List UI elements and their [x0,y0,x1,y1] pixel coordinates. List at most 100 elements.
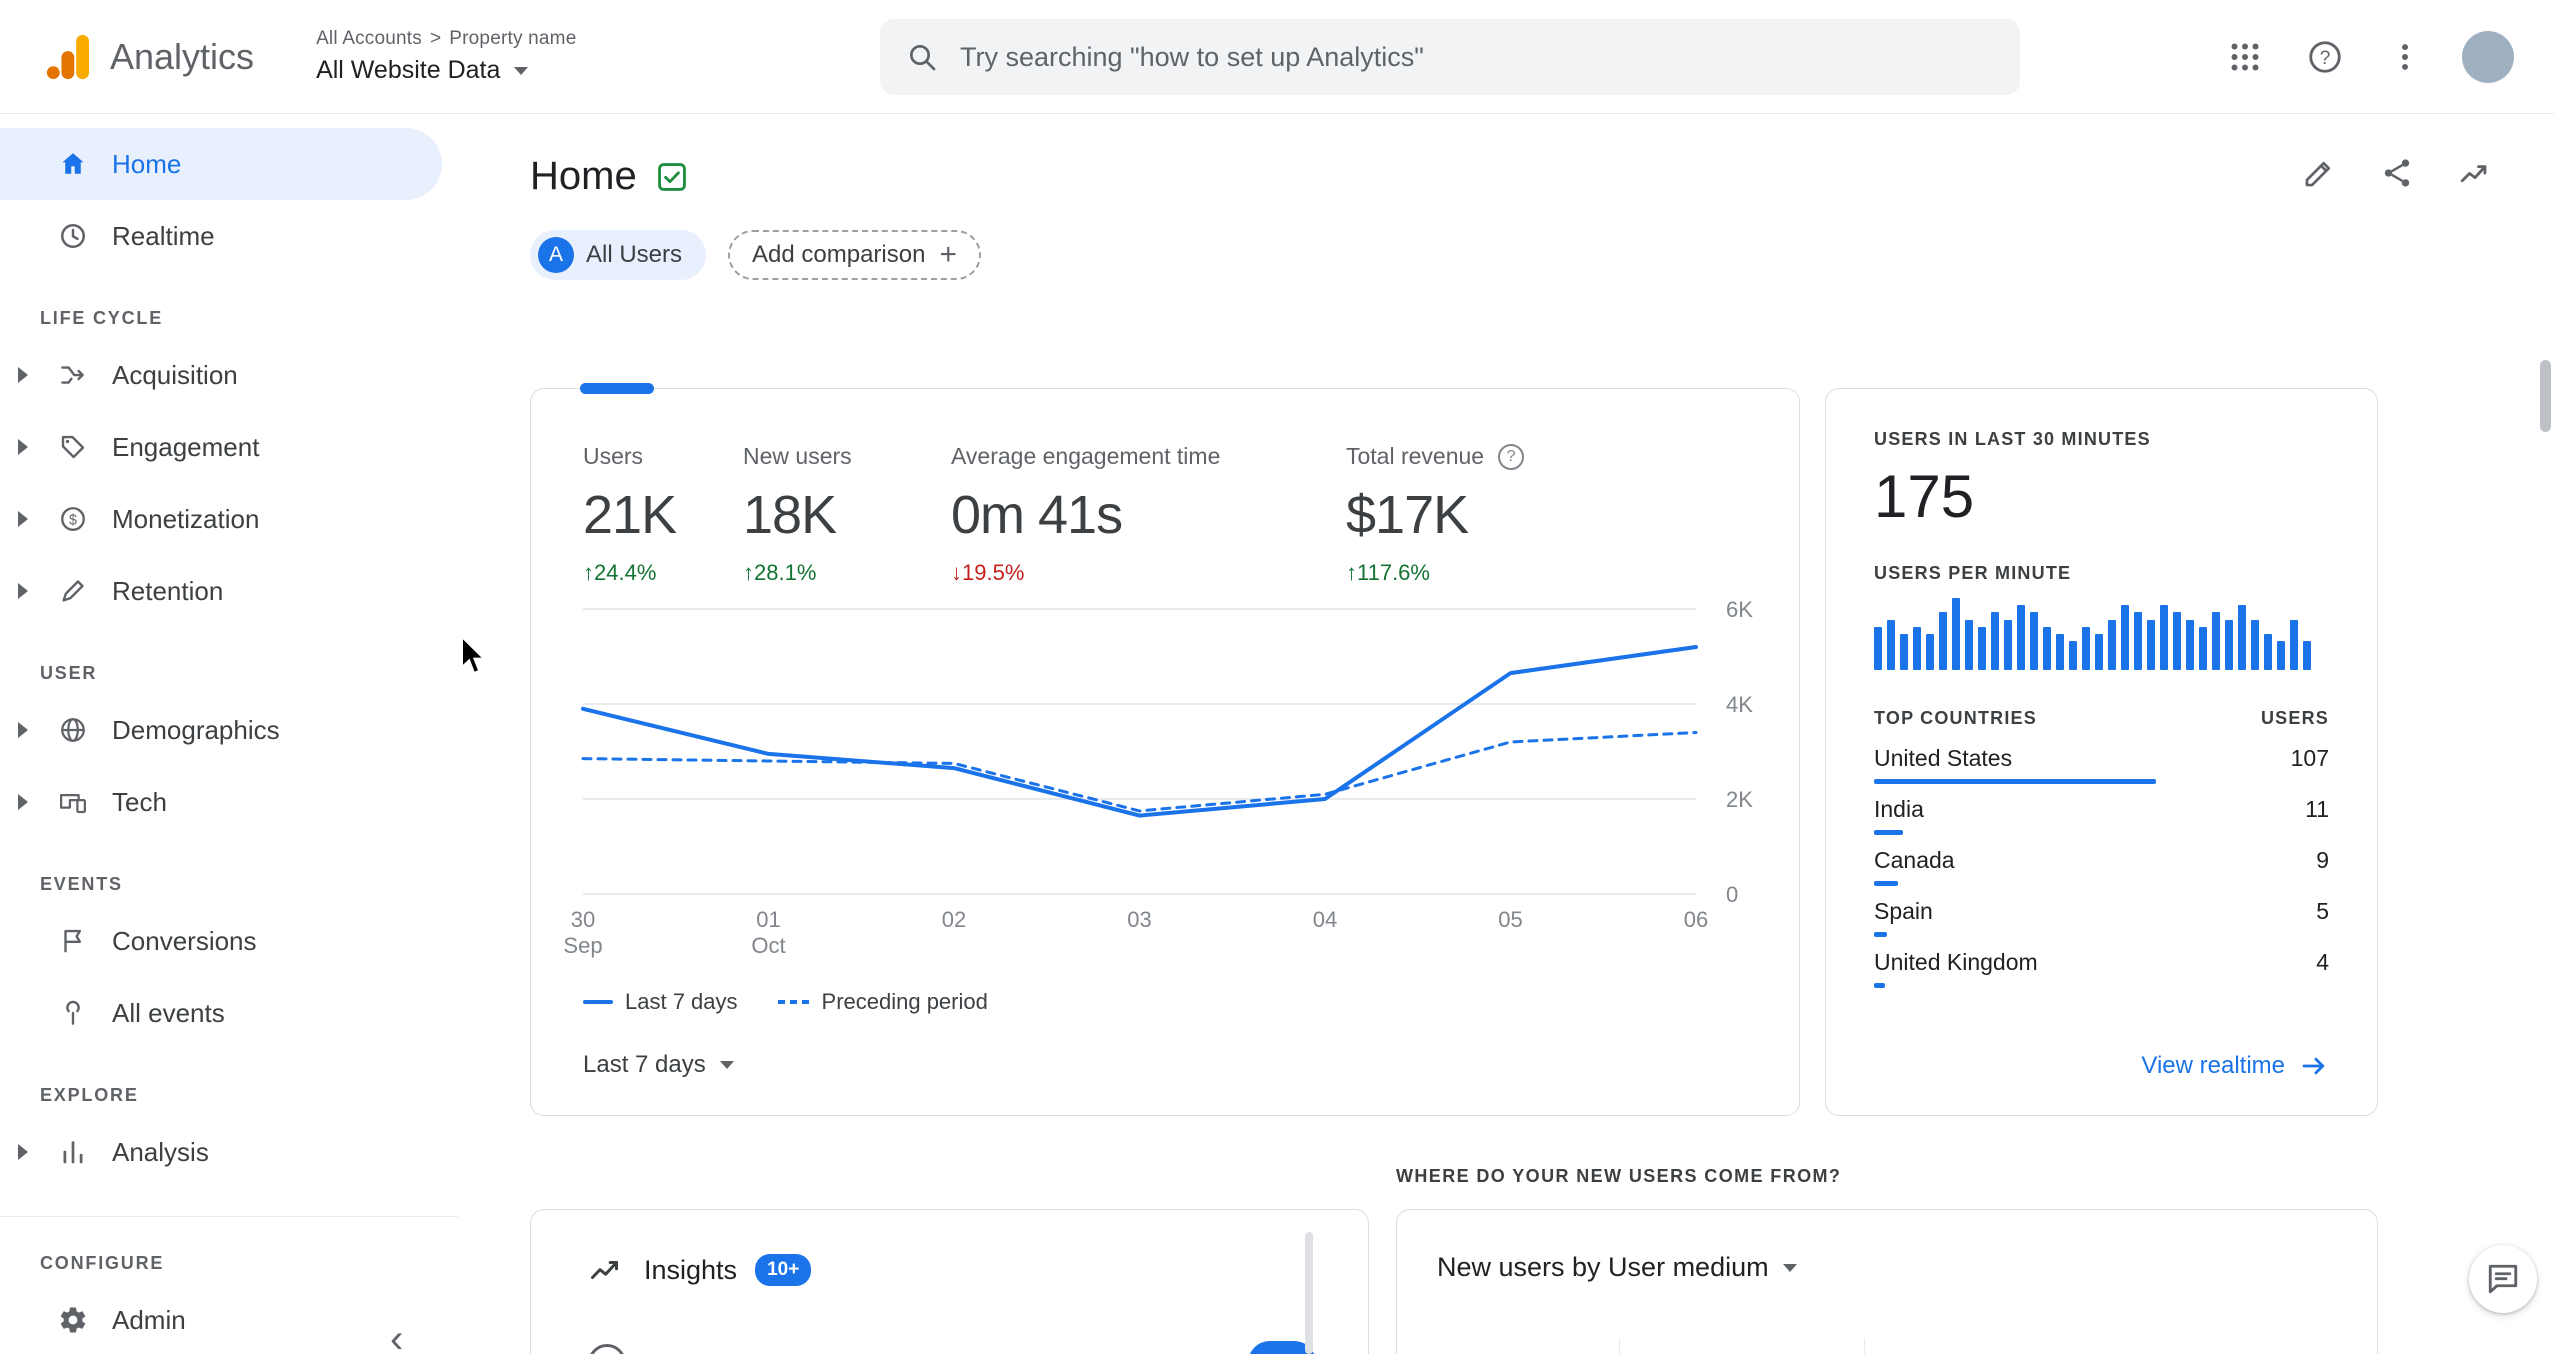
expand-arrow-icon [18,1144,28,1160]
globe-icon [61,718,85,742]
help-button[interactable]: ? [2302,34,2348,80]
chevron-down-icon [514,66,529,75]
sidebar-item-all-events[interactable]: All events [0,977,442,1049]
sidebar-item-retention[interactable]: Retention [0,555,442,627]
dashboard-check-icon [657,162,686,191]
svg-text:6K: 6K [1726,597,1753,622]
engagement-icon [61,435,85,459]
svg-text:30Sep: 30 Sep [563,907,602,958]
country-users: 9 [2316,847,2329,873]
overview-card: Users 21K 24.4% New users 18K 28.1% Aver… [530,383,1800,1116]
legend-last-7-days: Last 7 days [583,989,738,1015]
country-bar [1874,983,1885,988]
sidebar-item-tech[interactable]: Tech [0,766,442,838]
add-comparison-button[interactable]: Add comparison + [728,230,981,280]
country-bar [1874,830,1903,835]
breadcrumb-all-accounts[interactable]: All Accounts [316,28,422,49]
retention-icon [62,580,84,602]
sidebar-section-events: EVENTS [40,874,123,894]
help-icon[interactable] [1498,443,1525,470]
sidebar-item-label: Demographics [112,714,280,745]
acquisition-icon [61,366,84,384]
trending-icon [2460,165,2487,183]
sidebar-item-engagement[interactable]: Engagement [0,411,442,483]
users-30min-value: 175 [1874,463,1975,530]
top-countries-header: TOP COUNTRIES [1874,708,2037,728]
sidebar-item-home[interactable]: Home [0,128,442,200]
customize-dashboard-button[interactable] [2296,150,2342,196]
country-name: United Kingdom [1874,949,2038,975]
search-input[interactable] [960,41,1994,73]
view-realtime-link[interactable]: View realtime [2141,1051,2329,1081]
sidebar-item-label: Analysis [112,1136,209,1167]
country-users: 4 [2316,949,2329,975]
expand-arrow-icon [18,583,28,599]
insights-count-badge: 10+ [755,1254,812,1286]
breadcrumb-separator: > [429,28,442,49]
more-vert-icon [2402,44,2408,70]
plus-icon: + [939,238,957,271]
breadcrumb-property-name: Property name [449,28,577,49]
legend-preceding-period: Preceding period [777,989,988,1015]
gear-icon [60,1307,86,1333]
svg-text:04: 04 [1313,907,1337,932]
sidebar-item-analysis[interactable]: Analysis [0,1116,442,1188]
page-title: Home [530,154,637,198]
search-icon[interactable] [906,41,938,73]
clock-icon [60,223,86,249]
insights-icon [591,1261,618,1279]
sidebar-item-demographics[interactable]: Demographics [0,694,442,766]
apps-grid-icon [2231,43,2259,71]
account-avatar[interactable] [2462,31,2514,83]
sidebar-item-label: Acquisition [112,359,238,390]
product-name: Analytics [110,35,255,77]
app-bar: Analytics All Accounts > Property name All… [0,0,2554,114]
feedback-chat-button[interactable] [2469,1245,2537,1313]
sidebar-divider [0,1216,458,1217]
table-gridline [1864,1338,1865,1354]
users-30min-label: USERS IN LAST 30 MINUTES [1874,429,2151,449]
chevron-down-icon [1782,1263,1797,1272]
search-bar[interactable] [880,19,2020,95]
apps-grid-button[interactable] [2222,34,2268,80]
main-content: Home A All Users Add comparison + Users … [458,114,2554,1354]
metric-label: Average engagement time [951,443,1221,469]
property-selector-label: All Website Data [316,56,501,84]
collapse-sidebar-button[interactable]: ‹ [390,1317,403,1354]
country-name: India [1874,796,1924,822]
svg-text:06: 06 [1684,907,1708,932]
sidebar-item-label: Realtime [112,220,215,251]
new-users-dimension-selector[interactable]: New users by User medium [1397,1210,2377,1283]
country-row: Spain 5 [1874,898,2329,937]
insights-title: Insights [644,1254,738,1285]
insights-button[interactable] [2452,150,2498,196]
sidebar-item-admin[interactable]: Admin [0,1284,442,1354]
svg-text:0: 0 [1726,882,1738,907]
insights-scrollbar[interactable] [1305,1232,1313,1354]
sidebar-item-monetization[interactable]: $ Monetization [0,483,442,555]
home-icon [62,153,84,174]
expand-arrow-icon [18,722,28,738]
country-name: United States [1874,745,2013,771]
solid-line-swatch [583,1000,613,1004]
more-options-button[interactable] [2382,34,2428,80]
country-name: Canada [1874,847,1955,873]
sidebar-item-acquisition[interactable]: Acquisition [0,339,442,411]
sidebar-item-label: Monetization [112,503,260,534]
analytics-logo-icon [46,34,89,79]
page-scrollbar-thumb[interactable] [2540,360,2551,432]
sidebar-item-label: Conversions [112,925,257,956]
all-users-chip[interactable]: A All Users [530,230,707,280]
analytics-logo[interactable]: Analytics [0,29,254,85]
share-button[interactable] [2374,150,2420,196]
new-users-section-heading: WHERE DO YOUR NEW USERS COME FROM? [1396,1166,1842,1186]
svg-text:$: $ [69,512,77,528]
sidebar-item-conversions[interactable]: Conversions [0,905,442,977]
date-range-selector[interactable]: Last 7 days [583,1051,734,1079]
sidebar-item-realtime[interactable]: Realtime [0,200,442,272]
chart-tab-indicator [580,383,654,394]
sidebar-section-explore: EXPLORE [40,1085,139,1105]
devices-icon [60,794,86,814]
country-row: India 11 [1874,796,2329,835]
property-selector[interactable]: All Website Data [316,56,576,85]
